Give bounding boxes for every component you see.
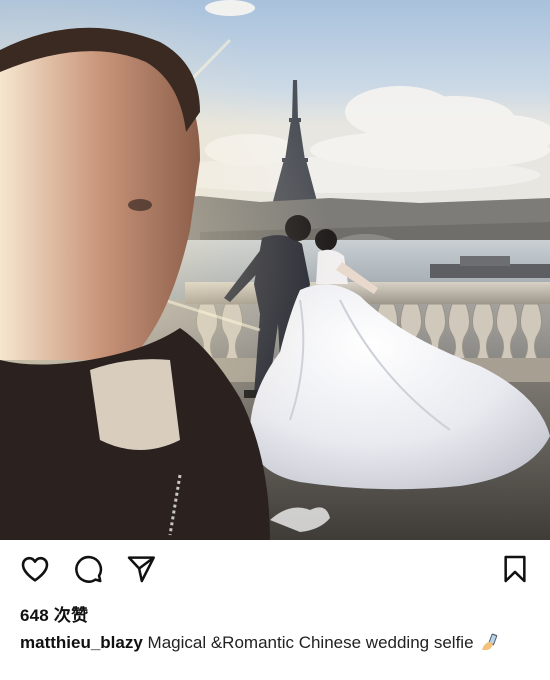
heart-icon — [21, 556, 49, 582]
save-button[interactable] — [498, 552, 532, 586]
caption-text: Magical &Romantic Chinese wedding selfie — [142, 633, 479, 652]
likes-count[interactable]: 648 次赞 — [20, 601, 88, 626]
share-button[interactable] — [124, 552, 158, 586]
caption-username[interactable]: matthieu_blazy — [20, 633, 143, 652]
bookmark-icon — [504, 555, 526, 583]
post-photo[interactable] — [0, 0, 550, 540]
like-button[interactable] — [18, 552, 52, 586]
instagram-post: 648 次赞 matthieu_blazy Magical &Romantic … — [0, 0, 550, 680]
photo-illustration — [0, 0, 550, 540]
comment-bubble-icon — [75, 555, 103, 583]
paper-plane-icon — [127, 556, 155, 583]
comment-button[interactable] — [71, 552, 105, 586]
post-actions-bar — [0, 552, 550, 590]
selfie-emoji-icon — [480, 633, 500, 651]
post-caption: matthieu_blazy Magical &Romantic Chinese… — [20, 632, 520, 654]
